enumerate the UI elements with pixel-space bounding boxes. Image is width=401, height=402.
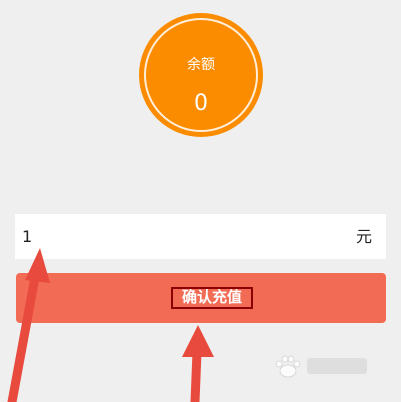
arrow-to-input-icon <box>7 248 50 402</box>
amount-input[interactable] <box>22 214 342 259</box>
balance-circle: 余额 0 <box>139 13 263 137</box>
amount-row: 元 <box>15 214 386 259</box>
watermark-logo-icon <box>275 355 367 378</box>
confirm-recharge-label: 确认充值 <box>171 287 253 309</box>
balance-value: 0 <box>194 91 208 116</box>
confirm-recharge-button[interactable]: 确认充值 <box>16 273 386 323</box>
arrow-to-button-icon <box>182 325 214 402</box>
unit-label: 元 <box>355 227 372 246</box>
balance-label: 余额 <box>187 57 215 73</box>
